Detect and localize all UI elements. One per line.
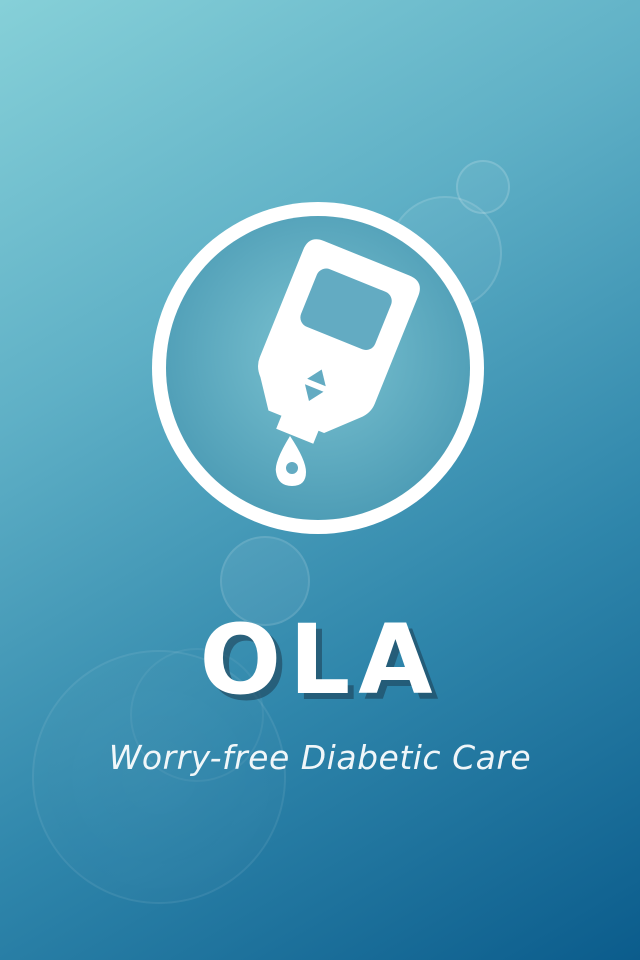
splash-screen: OLA Worry-free Diabetic Care <box>0 0 640 960</box>
glucose-meter-icon <box>152 202 484 534</box>
app-logo <box>142 192 494 544</box>
app-tagline: Worry-free Diabetic Care <box>108 738 532 777</box>
app-name: OLA <box>199 604 441 716</box>
